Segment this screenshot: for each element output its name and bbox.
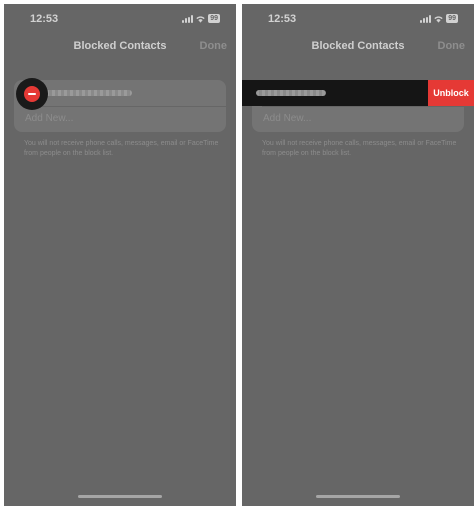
status-bar: 12:53 99: [242, 4, 474, 34]
status-icons: 99: [182, 14, 220, 23]
minus-circle-icon[interactable]: [24, 86, 40, 102]
status-time: 12:53: [30, 13, 59, 25]
list-divider: [262, 106, 464, 107]
blurred-contact-name: [256, 90, 326, 96]
cellular-signal-icon: [420, 14, 432, 23]
add-new-button[interactable]: Add New...: [263, 113, 311, 124]
home-indicator[interactable]: [316, 495, 400, 498]
status-time: 12:53: [268, 13, 297, 25]
list-divider: [24, 106, 226, 107]
phone-screen-left: 12:53 99 Blocked Contacts Done Add New..…: [4, 4, 236, 506]
wifi-icon: [434, 15, 443, 23]
done-button[interactable]: Done: [200, 40, 228, 52]
blurred-contact-name: [46, 90, 132, 96]
status-icons: 99: [420, 14, 458, 23]
block-list-footnote: You will not receive phone calls, messag…: [262, 140, 457, 157]
wifi-icon: [196, 15, 205, 23]
status-bar: 12:53 99: [4, 4, 236, 34]
cellular-signal-icon: [182, 14, 194, 23]
unblock-button[interactable]: Unblock: [428, 80, 474, 106]
battery-icon: 99: [446, 14, 458, 23]
home-indicator[interactable]: [78, 495, 162, 498]
done-button[interactable]: Done: [438, 40, 466, 52]
add-new-button[interactable]: Add New...: [25, 113, 73, 124]
block-list-footnote: You will not receive phone calls, messag…: [24, 140, 219, 157]
battery-icon: 99: [208, 14, 220, 23]
blocked-contact-row[interactable]: Unblock: [242, 80, 474, 106]
phone-screen-right: 12:53 99 Blocked Contacts Done Add New..…: [242, 4, 474, 506]
